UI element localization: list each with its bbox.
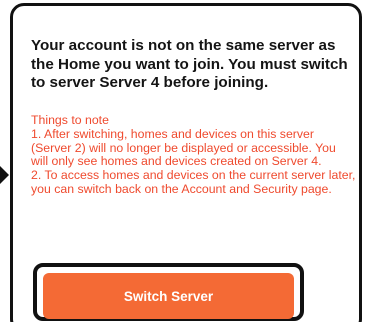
things-to-note: Things to note 1. After switching, homes… bbox=[31, 113, 356, 197]
switch-server-button[interactable]: Switch Server bbox=[43, 273, 294, 319]
note-item-2: 2. To access homes and devices on the cu… bbox=[31, 168, 356, 196]
screen: Your account is not on the same server a… bbox=[0, 0, 365, 322]
note-item-1: 1. After switching, homes and devices on… bbox=[31, 126, 336, 169]
notes-title: Things to note bbox=[31, 113, 109, 127]
pointer-arrow-icon bbox=[0, 166, 9, 184]
dialog-headline: Your account is not on the same server a… bbox=[31, 37, 348, 91]
